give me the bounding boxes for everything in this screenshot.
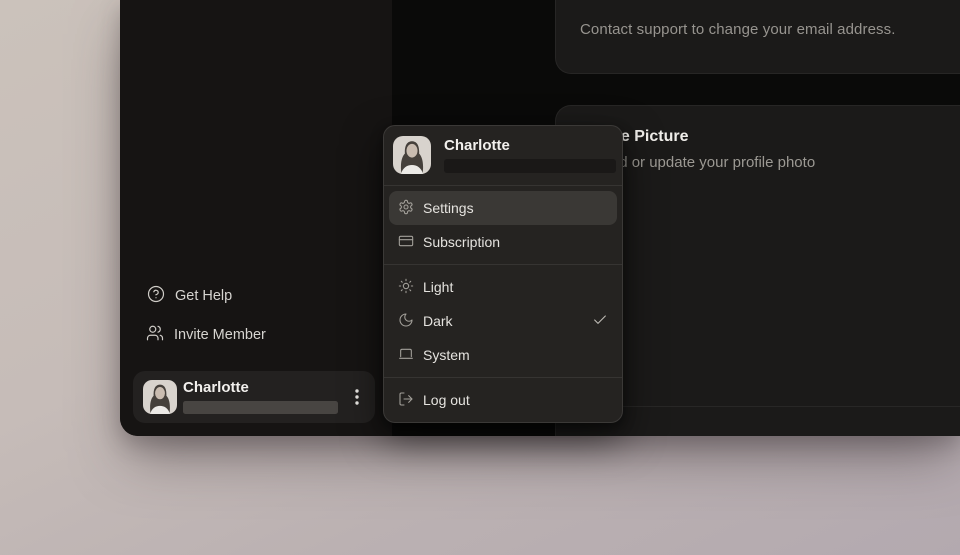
theme-light-label: Light [423, 279, 454, 295]
sidebar-user-name: Charlotte [183, 379, 249, 396]
gear-icon [398, 199, 414, 218]
theme-dark-label: Dark [423, 313, 453, 329]
moon-icon [398, 312, 414, 331]
menu-section-theme: Light Dark System [384, 264, 622, 377]
sidebar-user-card[interactable]: Charlotte [133, 371, 375, 423]
menu-item-subscription[interactable]: Subscription [389, 225, 617, 259]
menu-item-logout[interactable]: Log out [389, 383, 617, 417]
sidebar: Get Help Invite Member Charlotte [120, 0, 392, 436]
credit-card-icon [398, 233, 414, 252]
avatar [143, 380, 177, 414]
logout-label: Log out [423, 392, 470, 408]
subscription-label: Subscription [423, 234, 501, 250]
email-card: Contact support to change your email add… [555, 0, 960, 74]
sun-icon [398, 278, 414, 297]
menu-item-theme-dark[interactable]: Dark [389, 304, 617, 338]
desktop-background: Contact support to change your email add… [0, 0, 960, 555]
get-help-button[interactable]: Get Help [147, 283, 232, 309]
redacted-email [444, 159, 616, 173]
get-help-label: Get Help [175, 288, 233, 304]
menu-section-logout: Log out [384, 377, 622, 422]
redacted-email [183, 401, 338, 414]
invite-member-label: Invite Member [174, 327, 266, 343]
menu-item-settings[interactable]: Settings [389, 191, 617, 225]
settings-label: Settings [423, 200, 474, 216]
menu-section-account: Settings Subscription [384, 186, 622, 264]
invite-member-button[interactable]: Invite Member [146, 322, 266, 348]
email-card-note: Contact support to change your email add… [580, 21, 896, 38]
laptop-icon [398, 346, 414, 365]
user-menu-header: Charlotte [384, 126, 622, 186]
users-icon [146, 324, 164, 346]
menu-item-theme-system[interactable]: System [389, 338, 617, 372]
avatar [393, 136, 431, 174]
menu-user-name: Charlotte [444, 137, 510, 154]
log-out-icon [398, 391, 414, 410]
menu-item-theme-light[interactable]: Light [389, 270, 617, 304]
user-menu: Charlotte Settings Subscription Light Da… [383, 125, 623, 423]
help-circle-icon [147, 285, 165, 307]
kebab-menu-icon[interactable] [348, 386, 366, 408]
theme-system-label: System [423, 347, 470, 363]
check-icon [592, 312, 608, 331]
